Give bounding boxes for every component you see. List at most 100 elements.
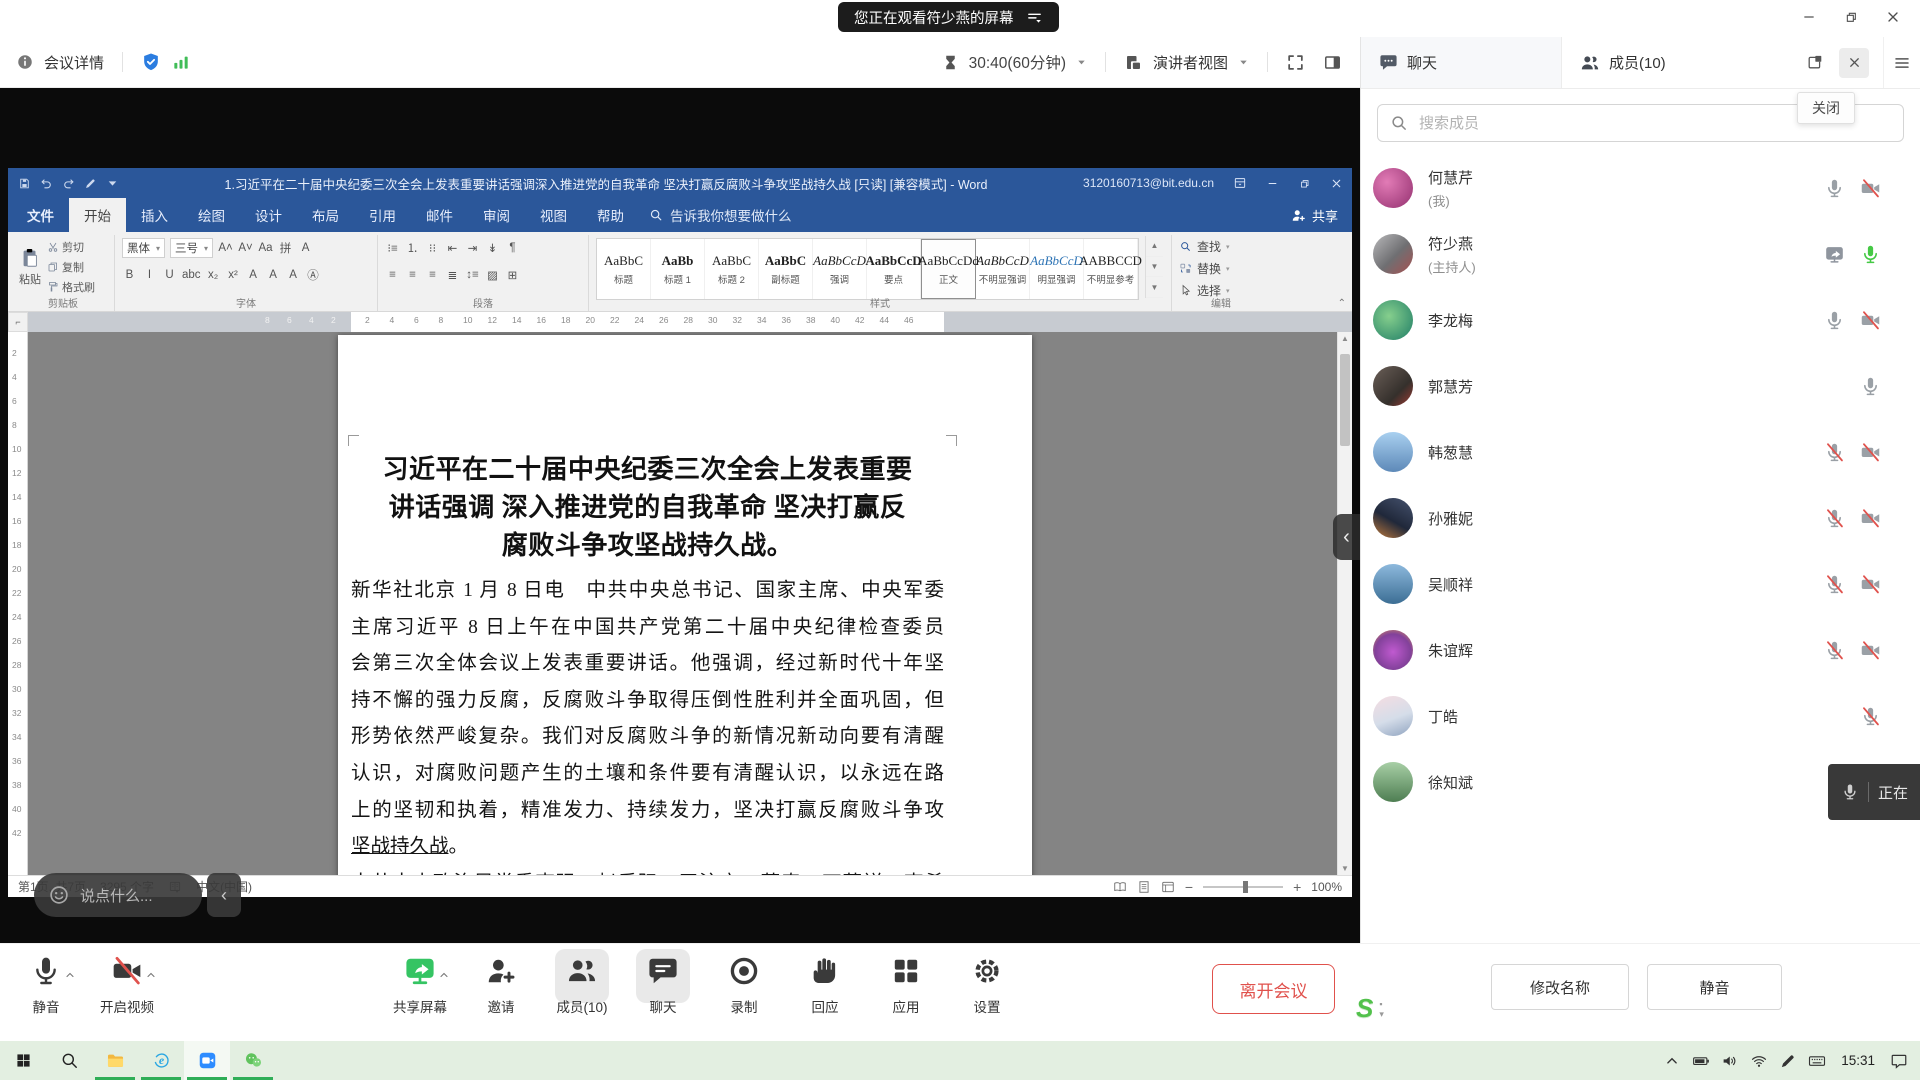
scroll-up-arrow[interactable]: ▲ <box>1338 334 1352 343</box>
clipboard-cut-button[interactable]: 剪切 <box>47 239 95 255</box>
toolbar-回应[interactable]: 回应 <box>793 944 857 1016</box>
toolbar-邀请[interactable]: 邀请 <box>469 944 533 1016</box>
paragraph-align-left-button[interactable]: ≡ <box>385 269 400 281</box>
font-bold-button[interactable]: B <box>122 269 137 281</box>
word-tab-布局[interactable]: 布局 <box>297 198 354 232</box>
clipboard-brush-button[interactable]: 格式刷 <box>47 279 95 295</box>
word-tab-插入[interactable]: 插入 <box>126 198 183 232</box>
word-close-button[interactable] <box>1320 168 1352 198</box>
word-tab-视图[interactable]: 视图 <box>525 198 582 232</box>
font-text-effects-button[interactable]: A <box>246 269 261 281</box>
paragraph-show-marks-button[interactable]: ¶ <box>505 242 520 254</box>
read-mode-icon[interactable] <box>1113 880 1127 894</box>
meeting-timer[interactable]: 30:40(60分钟) <box>969 51 1066 73</box>
zoom-level[interactable]: 100% <box>1311 880 1342 894</box>
toolbar-静音[interactable]: 静音 <box>14 944 78 1016</box>
style-正文[interactable]: AaBbCcDd正文 <box>921 239 976 299</box>
toolbar-录制[interactable]: 录制 <box>712 944 776 1016</box>
timer-caret-icon[interactable] <box>1076 57 1087 68</box>
web-layout-icon[interactable] <box>1161 880 1175 894</box>
caret-up-icon[interactable] <box>64 968 76 980</box>
os-maximize-button[interactable] <box>1830 1 1872 33</box>
taskbar-ie[interactable]: e <box>138 1041 184 1080</box>
action-center-icon[interactable] <box>1890 1052 1908 1070</box>
style-不明显强调[interactable]: AaBbCcD不明显强调 <box>976 239 1030 299</box>
mic-off-icon[interactable] <box>1824 508 1845 529</box>
vertical-ruler[interactable]: 24681012141618202224262830323436384042 <box>8 332 28 875</box>
word-tab-设计[interactable]: 设计 <box>240 198 297 232</box>
banner-menu-icon[interactable] <box>1026 9 1043 26</box>
paragraph-shading-button[interactable]: ▨ <box>485 268 500 282</box>
view-caret-icon[interactable] <box>1238 57 1249 68</box>
word-tab-邮件[interactable]: 邮件 <box>411 198 468 232</box>
word-tab-审阅[interactable]: 审阅 <box>468 198 525 232</box>
font-shrink-font-button[interactable]: A˅ <box>238 242 253 254</box>
mic-speaking-icon[interactable] <box>1860 244 1881 265</box>
style-标题 2[interactable]: AaBbC标题 2 <box>705 239 759 299</box>
paste-button[interactable]: 粘贴 <box>19 271 41 287</box>
paragraph-borders-button[interactable]: ⊞ <box>505 268 520 282</box>
tray-tray-pen[interactable] <box>1779 1052 1797 1070</box>
taskbar-win-start[interactable] <box>0 1041 46 1080</box>
tray-tray-battery[interactable] <box>1692 1052 1710 1070</box>
word-ribbon-display-button[interactable] <box>1224 168 1256 198</box>
style-强调[interactable]: AaBbCcD强调 <box>813 239 867 299</box>
zoom-slider[interactable] <box>1203 886 1283 888</box>
panel-close-button[interactable] <box>1839 48 1869 78</box>
toolbar-开启视频[interactable]: 开启视频 <box>95 944 159 1016</box>
font-italic-button[interactable]: I <box>142 269 157 281</box>
rename-button[interactable]: 修改名称 <box>1491 964 1629 1010</box>
cam-off-icon[interactable] <box>1860 508 1881 529</box>
word-tab-绘图[interactable]: 绘图 <box>183 198 240 232</box>
paragraph-justify-button[interactable]: ≣ <box>445 268 460 282</box>
member-row[interactable]: 韩葱慧 <box>1361 419 1920 485</box>
clipboard-copy-button[interactable]: 复制 <box>47 259 95 275</box>
tab-members[interactable]: 成员(10) <box>1562 37 1799 88</box>
font-char-shading-button[interactable]: Ⓐ <box>306 267 321 283</box>
network-signal-icon[interactable] <box>171 52 191 72</box>
font-superscript-button[interactable]: x² <box>226 269 241 281</box>
member-row[interactable]: 郭慧芳 <box>1361 353 1920 419</box>
word-minimize-button[interactable] <box>1256 168 1288 198</box>
horizontal-ruler[interactable]: 8642246810121416182022242628303234363840… <box>28 312 1352 332</box>
security-shield-icon[interactable] <box>141 52 161 72</box>
mic-on-icon[interactable] <box>1824 310 1845 331</box>
mic-off-icon[interactable] <box>1824 442 1845 463</box>
document-page[interactable]: 习近平在二十届中央纪委三次全会上发表重要讲话强调 深入推进党的自我革命 坚决打赢… <box>338 335 1032 875</box>
style-副标题[interactable]: AaBbC副标题 <box>759 239 813 299</box>
taskbar-wechat[interactable] <box>230 1041 276 1080</box>
paste-icon[interactable] <box>19 247 41 269</box>
mic-off-icon[interactable] <box>1824 640 1845 661</box>
style-标题 1[interactable]: AaBb标题 1 <box>651 239 705 299</box>
zoom-slider-thumb[interactable] <box>1243 881 1248 893</box>
font-character-border-button[interactable]: A <box>298 242 313 254</box>
watching-banner[interactable]: 您正在观看符少燕的屏幕 <box>838 2 1059 32</box>
font-name-select[interactable]: 黑体▾ <box>122 238 165 258</box>
style-不明显参考[interactable]: AABBCCD不明显参考 <box>1084 239 1138 299</box>
emoji-icon[interactable] <box>48 884 70 906</box>
font-strikethrough-button[interactable]: abc <box>182 269 201 281</box>
view-mode-selector[interactable]: 演讲者视图 <box>1153 52 1228 73</box>
font-underline-button[interactable]: U <box>162 269 177 281</box>
ime-mini-toolbar[interactable]: ▪▾ <box>1379 996 1384 1018</box>
toolbar-共享屏幕[interactable]: 共享屏幕 <box>388 944 452 1016</box>
paragraph-align-center-button[interactable]: ≡ <box>405 269 420 281</box>
member-row[interactable]: 丁皓 <box>1361 683 1920 749</box>
toolbar-聊天[interactable]: 聊天 <box>631 944 695 1016</box>
word-tell-me[interactable]: 告诉我你想要做什么 <box>649 198 792 232</box>
taskbar-folder[interactable] <box>92 1041 138 1080</box>
os-minimize-button[interactable] <box>1788 1 1830 33</box>
os-close-button[interactable] <box>1872 1 1914 33</box>
side-panel-icon[interactable] <box>1323 53 1342 72</box>
cam-off-icon[interactable] <box>1860 574 1881 595</box>
paragraph-line-spacing-button[interactable]: ↕≡ <box>465 269 480 281</box>
ribbon-collapse-button[interactable]: ⌃ <box>1338 298 1346 309</box>
font-subscript-button[interactable]: x₂ <box>206 269 221 281</box>
paragraph-bullets-button[interactable]: ⁝≡ <box>385 241 400 255</box>
paragraph-increase-indent-button[interactable]: ⇥ <box>465 241 480 255</box>
mic-off-icon[interactable] <box>1824 574 1845 595</box>
font-grow-font-button[interactable]: A˄ <box>218 242 233 254</box>
print-layout-icon[interactable] <box>1137 880 1151 894</box>
font-change-case-button[interactable]: Aa <box>258 242 273 254</box>
tab-stop-selector[interactable]: ⌐ <box>8 312 28 332</box>
